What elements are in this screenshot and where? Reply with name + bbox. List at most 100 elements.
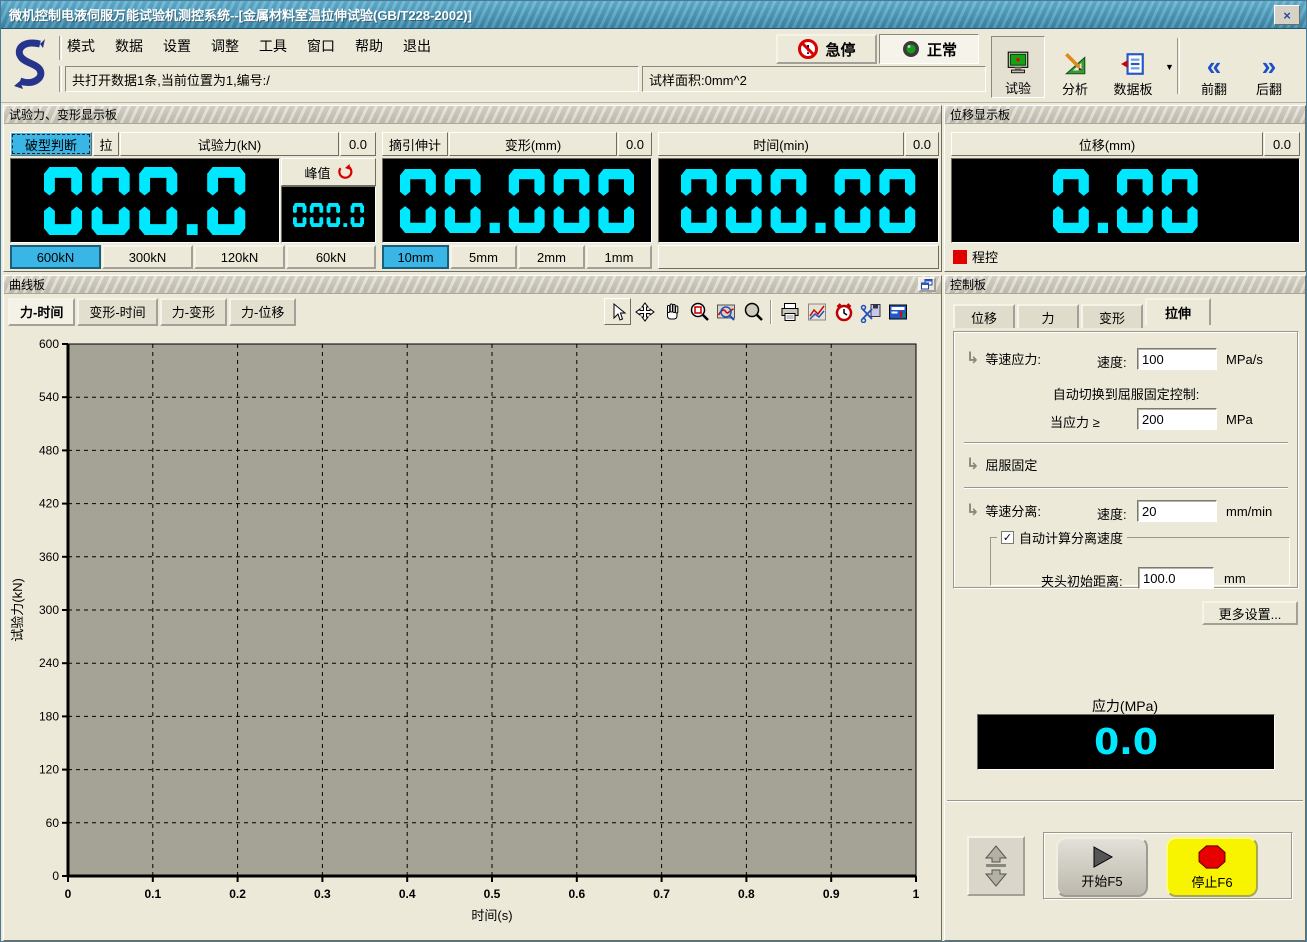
data-panel-tool-icon[interactable]: [884, 298, 911, 325]
svg-text:600: 600: [39, 337, 59, 351]
move-crosshair-tool-icon[interactable]: [631, 298, 658, 325]
data-board-button[interactable]: 数据板: [1103, 36, 1163, 98]
svg-text:0.4: 0.4: [399, 887, 416, 901]
grip-distance-input[interactable]: [1138, 567, 1214, 589]
start-button[interactable]: 开始F5: [1056, 837, 1148, 897]
menu-item-settings[interactable]: 设置: [163, 36, 191, 56]
zoom-box-tool-icon[interactable]: [685, 298, 712, 325]
time-label: 时间(min): [658, 132, 904, 156]
svg-text:180: 180: [39, 709, 59, 723]
compare-curves-tool-icon[interactable]: [803, 298, 830, 325]
force-time-chart[interactable]: 06012018024030036042048054060000.10.20.3…: [8, 328, 938, 940]
analysis-pencil-icon: [1062, 51, 1088, 77]
page-back-button[interactable]: « 前翻: [1189, 36, 1239, 98]
break-judge-toggle[interactable]: 破型判断: [10, 132, 92, 156]
tab-force-deform[interactable]: 力-变形: [160, 298, 227, 326]
restore-window-icon[interactable]: [918, 277, 936, 292]
range-300kN-button[interactable]: 300kN: [102, 245, 193, 269]
force-deform-panel-caption: 试验力、变形显示板: [4, 106, 941, 124]
peak-button[interactable]: 峰值: [281, 158, 376, 186]
pull-direction-indicator[interactable]: 拉: [93, 132, 119, 156]
tab-deform-time[interactable]: 变形-时间: [77, 298, 157, 326]
cut-save-tool-icon[interactable]: [857, 298, 884, 325]
divider: [964, 442, 1288, 444]
range-600kN-button[interactable]: 600kN: [10, 245, 101, 269]
menu-item-mode[interactable]: 模式: [67, 36, 95, 56]
zoom-region-tool-icon[interactable]: [712, 298, 739, 325]
svg-text:420: 420: [39, 497, 59, 511]
svg-text:0.8: 0.8: [738, 887, 755, 901]
stress-speed-input[interactable]: [1137, 348, 1217, 370]
extensometer-button[interactable]: 摘引伸计: [382, 132, 448, 156]
range-120kN-button[interactable]: 120kN: [194, 245, 285, 269]
green-led-icon: [901, 39, 921, 59]
control-panel-caption: 控制板: [945, 276, 1305, 294]
range-10mm-button[interactable]: 10mm: [382, 245, 449, 269]
tab-force-control[interactable]: 力: [1017, 304, 1079, 328]
menu-item-data[interactable]: 数据: [115, 36, 143, 56]
jog-up-down-button[interactable]: [967, 836, 1025, 896]
emergency-stop-button[interactable]: ! 急停: [776, 34, 877, 64]
menu-item-window[interactable]: 窗口: [307, 36, 335, 56]
svg-text:0.1: 0.1: [144, 887, 161, 901]
pan-hand-tool-icon[interactable]: [658, 298, 685, 325]
force-label: 试验力(kN): [120, 132, 339, 156]
deform-display: [382, 158, 652, 243]
svg-text:480: 480: [39, 443, 59, 457]
menu-item-help[interactable]: 帮助: [355, 36, 383, 56]
stop-octagon-icon: [1197, 844, 1227, 870]
yield-hold-label: 屈服固定: [985, 455, 1037, 474]
svg-text:360: 360: [39, 550, 59, 564]
test-view-button[interactable]: 试验: [991, 36, 1045, 98]
stop-button[interactable]: 停止F6: [1166, 837, 1258, 897]
divider: [947, 800, 1303, 802]
data-board-icon: [1120, 51, 1146, 77]
test-monitor-icon: [1005, 50, 1031, 76]
print-tool-icon[interactable]: [776, 298, 803, 325]
speed-label: 速度:: [1097, 352, 1127, 371]
const-separation-label: 等速分离:: [985, 501, 1041, 520]
elbow-arrow-icon: ↳: [966, 454, 979, 474]
time-small-value: 0.0: [905, 132, 939, 156]
window-title: 微机控制电液伺服万能试验机测控系统--[金属材料室温拉伸试验(GB/T228-2…: [1, 5, 472, 24]
tab-tension-control[interactable]: 拉伸: [1145, 298, 1211, 325]
separation-speed-label: 速度:: [1097, 504, 1127, 523]
alarm-clock-tool-icon[interactable]: [830, 298, 857, 325]
zoom-tool-icon[interactable]: [739, 298, 766, 325]
peak-display: [281, 186, 376, 243]
more-settings-button[interactable]: 更多设置...: [1202, 601, 1298, 625]
program-control-indicator: 程控: [953, 247, 998, 266]
range-2mm-button[interactable]: 2mm: [518, 245, 585, 269]
page-forward-button[interactable]: » 后翻: [1244, 36, 1294, 98]
tab-force-time[interactable]: 力-时间: [8, 298, 75, 326]
toolbar-divider: [59, 66, 62, 92]
close-button[interactable]: ×: [1274, 5, 1300, 25]
menu-item-adjust[interactable]: 调整: [211, 36, 239, 56]
auto-switch-text: 自动切换到屈服固定控制:: [954, 384, 1298, 403]
titlebar: 微机控制电液伺服万能试验机测控系统--[金属材料室温拉伸试验(GB/T228-2…: [1, 1, 1307, 29]
menu-item-tools[interactable]: 工具: [259, 36, 287, 56]
tab-deform-control[interactable]: 变形: [1081, 304, 1143, 328]
normal-status-button[interactable]: 正常: [879, 34, 979, 64]
range-1mm-button[interactable]: 1mm: [586, 245, 652, 269]
auto-calc-checkbox[interactable]: ✓: [1001, 531, 1014, 544]
cursor-tool-icon[interactable]: [604, 298, 631, 325]
separation-speed-input[interactable]: [1137, 500, 1217, 522]
peak-reset-icon[interactable]: [337, 164, 353, 180]
svg-text:240: 240: [39, 656, 59, 670]
force-small-value: 0.0: [340, 132, 376, 156]
svg-text:0.6: 0.6: [568, 887, 585, 901]
range-5mm-button[interactable]: 5mm: [450, 245, 517, 269]
deform-label: 变形(mm): [449, 132, 617, 156]
tab-displacement-control[interactable]: 位移: [953, 304, 1015, 328]
app-logo-icon: [9, 36, 53, 96]
data-board-dropdown-arrow[interactable]: ▼: [1165, 62, 1174, 72]
switch-stress-input[interactable]: [1137, 408, 1217, 430]
tab-force-displacement[interactable]: 力-位移: [229, 298, 296, 326]
menu-item-exit[interactable]: 退出: [403, 36, 431, 56]
control-panel: 控制板 位移 力 变形 拉伸 ↳ 等速应力: 速度: MPa/s 自动切换到屈服…: [944, 275, 1306, 941]
range-60kN-button[interactable]: 60kN: [286, 245, 376, 269]
divider: [964, 487, 1288, 489]
analysis-view-button[interactable]: 分析: [1051, 36, 1099, 98]
svg-text:0.5: 0.5: [484, 887, 501, 901]
